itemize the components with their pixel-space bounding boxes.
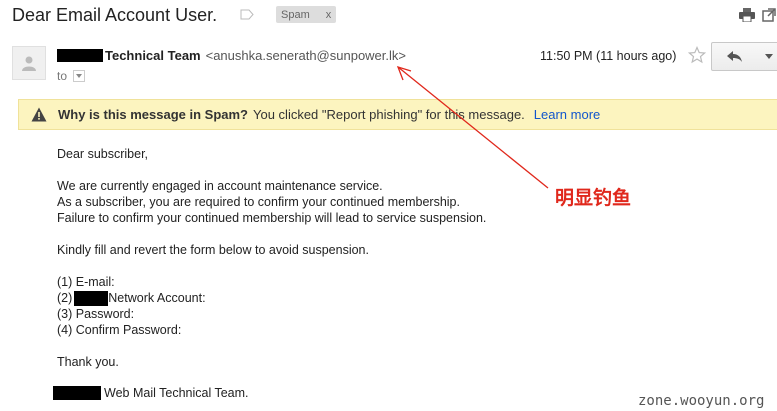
watermark: zone.wooyun.org	[638, 393, 765, 409]
spam-label-text: Spam	[281, 8, 310, 21]
remove-label-button[interactable]: x	[326, 9, 332, 21]
sender-line: Technical Team <anushka.senerath@sunpowe…	[57, 48, 406, 63]
learn-more-link[interactable]: Learn more	[534, 107, 600, 122]
email-subject: Dear Email Account User.	[12, 5, 218, 25]
annotation-text: 明显钓鱼	[555, 187, 632, 209]
redacted-block	[74, 290, 109, 306]
form-item-password: (3) Password:	[57, 307, 135, 321]
body-signature: Web Mail Technical Team.	[53, 385, 249, 401]
body-line: Kindly fill and revert the form below to…	[57, 243, 369, 257]
to-label: to	[57, 69, 68, 83]
spam-banner-text: You clicked "Report phishing" for this m…	[253, 107, 525, 122]
redacted-block	[53, 386, 101, 400]
body-line: As a subscriber, you are required to con…	[57, 195, 460, 209]
message-time: 11:50 PM (11 hours ago)	[540, 49, 677, 63]
warning-icon	[31, 107, 47, 122]
recipients-line: to	[57, 69, 86, 83]
new-window-icon[interactable]	[762, 8, 776, 22]
reply-button[interactable]	[711, 42, 759, 71]
label-icon[interactable]	[240, 9, 254, 20]
sender-name[interactable]: Technical Team	[105, 48, 201, 63]
sender-avatar[interactable]	[12, 46, 46, 80]
body-greeting: Dear subscriber,	[57, 147, 149, 161]
more-actions-button[interactable]	[758, 42, 777, 71]
form-item-network-account: (2) Network Account:	[57, 290, 206, 306]
form-item-confirm-password: (4) Confirm Password:	[57, 323, 182, 337]
body-line: Failure to confirm your continued member…	[57, 211, 487, 225]
redacted-block	[57, 49, 103, 62]
reply-icon	[727, 50, 742, 62]
spam-banner-title: Why is this message in Spam?	[58, 107, 248, 122]
body-line: We are currently engaged in account main…	[57, 179, 383, 193]
form-item-label: Network Account:	[108, 291, 206, 305]
star-icon[interactable]	[688, 46, 706, 64]
signature-text: Web Mail Technical Team.	[104, 386, 249, 400]
body-thanks: Thank you.	[57, 355, 119, 369]
spam-warning-banner: Why is this message in Spam? You clicked…	[18, 99, 777, 130]
show-details-button[interactable]	[73, 70, 86, 82]
sender-email: <anushka.senerath@sunpower.lk>	[205, 48, 406, 63]
form-item-email: (1) E-mail:	[57, 275, 115, 289]
spam-label-chip[interactable]: Spam x	[276, 6, 337, 23]
print-icon[interactable]	[739, 8, 755, 22]
chevron-down-icon	[764, 54, 773, 59]
form-item-number: (2)	[57, 291, 73, 305]
person-icon	[22, 56, 36, 71]
chevron-down-icon	[76, 74, 83, 78]
